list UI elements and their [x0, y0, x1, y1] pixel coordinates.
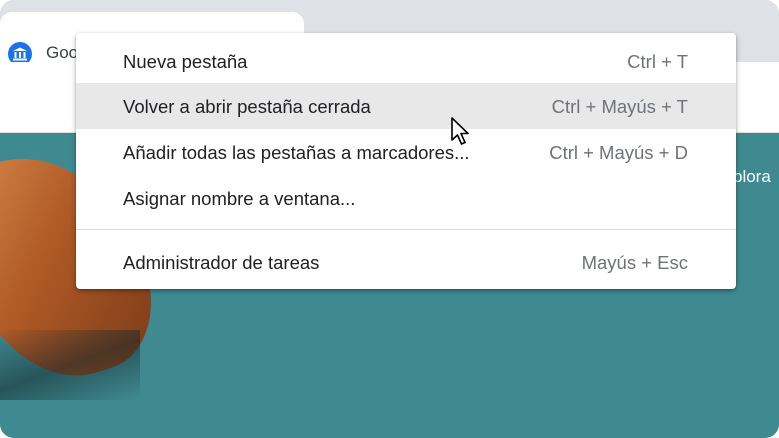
mouse-pointer-icon — [451, 117, 469, 145]
painting-shadow — [0, 330, 140, 400]
menu-item-shortcut: Ctrl + Mayús + T — [551, 96, 688, 117]
menu-item-label: Administrador de tareas — [123, 252, 320, 273]
menu-item-bookmark-all-tabs[interactable]: Añadir todas las pestañas a marcadores..… — [76, 129, 736, 175]
menu-item-new-tab[interactable]: Nueva pestaña Ctrl + T — [76, 38, 736, 84]
tab-title: Goo — [46, 43, 79, 62]
explore-link[interactable]: plora — [733, 167, 771, 187]
menu-item-shortcut: Mayús + Esc — [581, 252, 688, 273]
menu-item-name-window[interactable]: Asignar nombre a ventana... — [76, 175, 736, 221]
menu-item-shortcut: Ctrl + T — [627, 51, 688, 72]
menu-item-label: Volver a abrir pestaña cerrada — [123, 96, 371, 117]
menu-item-label: Añadir todas las pestañas a marcadores..… — [123, 142, 470, 163]
context-menu: Nueva pestaña Ctrl + T Volver a abrir pe… — [76, 33, 736, 289]
menu-item-task-manager[interactable]: Administrador de tareas Mayús + Esc — [76, 239, 736, 285]
menu-item-reopen-closed-tab[interactable]: Volver a abrir pestaña cerrada Ctrl + Ma… — [76, 83, 736, 129]
menu-item-label: Asignar nombre a ventana... — [123, 188, 356, 209]
menu-item-shortcut: Ctrl + Mayús + D — [549, 142, 688, 163]
menu-item-label: Nueva pestaña — [123, 51, 248, 72]
menu-separator — [76, 229, 736, 230]
